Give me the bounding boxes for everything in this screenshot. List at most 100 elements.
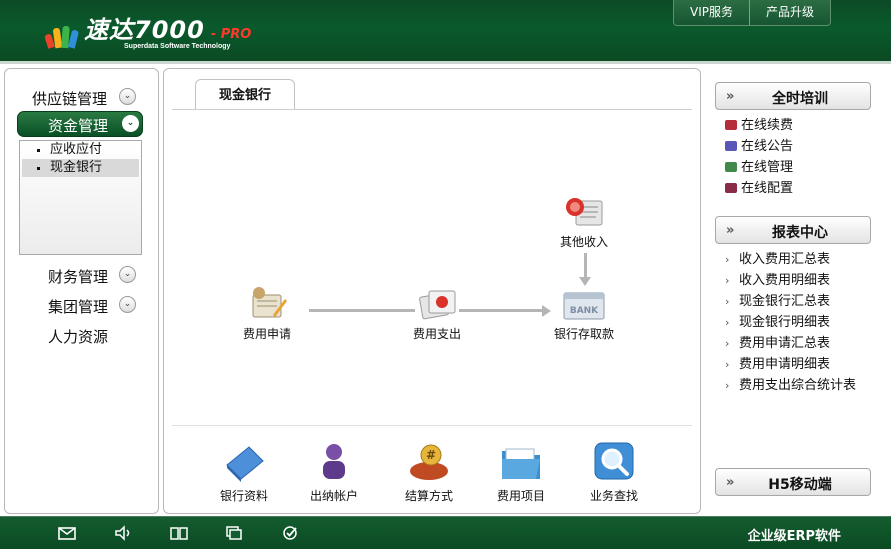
quick-label: 结算方式 — [404, 489, 453, 503]
report-item-label: 现金银行明细表 — [739, 315, 831, 330]
training-button[interactable]: » 全时培训 — [715, 82, 871, 110]
flow-node-other-income[interactable]: 其他收入 — [534, 193, 634, 250]
training-item-label: 在线续费 — [741, 118, 794, 133]
training-item-renew[interactable]: 在线续费 — [723, 115, 793, 136]
chevron-right-icon: › — [725, 316, 730, 329]
sidebar-item-supply-chain[interactable]: 供应链管理 ⌄ — [5, 84, 158, 110]
book-icon — [725, 162, 737, 172]
vip-service-link[interactable]: VIP服务 — [674, 0, 749, 25]
chevron-right-icon: › — [725, 337, 730, 350]
quick-label: 费用项目 — [496, 489, 545, 503]
logo-mark-icon — [44, 22, 82, 50]
chevron-down-icon[interactable]: ⌄ — [119, 88, 136, 105]
tab-cash-bank[interactable]: 现金银行 — [195, 79, 295, 109]
flow-node-label: 费用申请 — [242, 327, 291, 341]
book-icon[interactable] — [169, 525, 189, 541]
top-links: VIP服务 产品升级 — [673, 0, 832, 26]
search-icon — [591, 441, 637, 483]
flow-node-expense-pay[interactable]: 费用支出 — [387, 285, 487, 342]
report-list: › 收入费用汇总表 › 收入费用明细表 › 现金银行汇总表 › 现金银行明细表 › 费用申… — [723, 249, 856, 396]
quick-cashier-account[interactable]: 出纳帐户 — [289, 441, 379, 504]
submenu-item-receivable[interactable]: 应收应付 — [20, 141, 141, 159]
chevron-down-icon[interactable]: ⌄ — [119, 296, 136, 313]
training-item-manage[interactable]: 在线管理 — [723, 157, 793, 178]
chevron-right-icon: › — [725, 253, 730, 266]
sidebar-item-finance[interactable]: 财务管理 ⌄ — [5, 262, 158, 288]
training-item-announce[interactable]: 在线公告 — [723, 136, 793, 157]
footer-product-text: 企业级ERP软件 — [747, 529, 841, 544]
bank-icon: BANK — [562, 285, 606, 323]
book-icon — [725, 183, 737, 193]
window-icon[interactable] — [224, 525, 244, 541]
bullet-icon — [37, 167, 40, 170]
sidebar: 供应链管理 ⌄ 资金管理 ⌄ 应收应付 现金银行 财务管理 ⌄ 集团管理 ⌄ 人… — [4, 68, 159, 514]
user-icon — [311, 441, 357, 483]
product-upgrade-link[interactable]: 产品升级 — [749, 0, 830, 25]
submenu-box: 应收应付 现金银行 — [19, 140, 142, 255]
flow-node-label: 其他收入 — [559, 235, 608, 249]
report-item-label: 费用支出综合统计表 — [739, 378, 857, 393]
training-item-label: 在线配置 — [741, 181, 794, 196]
report-item[interactable]: › 费用支出综合统计表 — [723, 375, 856, 396]
report-center-title: 报表中心 — [772, 225, 828, 241]
logo-name: 速达7000 — [84, 16, 205, 44]
report-item[interactable]: › 现金银行明细表 — [723, 312, 856, 333]
report-item[interactable]: › 现金银行汇总表 — [723, 291, 856, 312]
submenu-item-label: 应收应付 — [50, 142, 103, 157]
chevron-right-icon: › — [725, 274, 730, 287]
chevron-down-icon[interactable]: ⌄ — [122, 115, 139, 132]
main-panel: 现金银行 其他收入 费用申请 费用支出 BANK 银行存取款 银行资料 出纳帐户… — [163, 68, 701, 514]
flow-arrow-head — [542, 305, 551, 317]
training-item-config[interactable]: 在线配置 — [723, 178, 793, 199]
chevron-right-icon: › — [725, 295, 730, 308]
report-item[interactable]: › 收入费用汇总表 — [723, 249, 856, 270]
app-logo: 速达7000 - PRO Superdata Software Technolo… — [44, 10, 251, 50]
book-icon — [725, 141, 737, 151]
sidebar-item-label: 集团管理 — [48, 298, 109, 316]
flow-node-expense-apply[interactable]: 费用申请 — [217, 285, 317, 342]
submenu-item-cash-bank[interactable]: 现金银行 — [22, 159, 139, 177]
bank-info-icon — [221, 441, 267, 483]
quick-divider — [172, 425, 692, 426]
training-item-label: 在线管理 — [741, 160, 794, 175]
sidebar-item-hr[interactable]: 人力资源 — [5, 322, 158, 348]
folder-icon — [498, 441, 544, 483]
training-title: 全时培训 — [772, 91, 828, 107]
sidebar-item-label: 资金管理 — [48, 117, 109, 135]
bank-sign-text: BANK — [570, 306, 599, 316]
report-item[interactable]: › 收入费用明细表 — [723, 270, 856, 291]
sidebar-item-group[interactable]: 集团管理 ⌄ — [5, 292, 158, 318]
report-item-label: 收入费用汇总表 — [739, 252, 831, 267]
tab-divider — [172, 109, 692, 110]
quick-settlement-method[interactable]: # 结算方式 — [384, 441, 474, 504]
training-list: 在线续费 在线公告 在线管理 在线配置 — [723, 115, 793, 199]
chevron-down-icon[interactable]: ⌄ — [119, 266, 136, 283]
speaker-icon[interactable] — [113, 525, 133, 541]
report-center-button[interactable]: » 报表中心 — [715, 216, 871, 244]
flow-arrow-horizontal — [309, 309, 415, 312]
mobile-h5-button[interactable]: » H5移动端 — [715, 468, 871, 496]
quick-business-search[interactable]: 业务查找 — [569, 441, 659, 504]
book-icon — [725, 120, 737, 130]
other-income-icon — [562, 193, 606, 231]
training-item-label: 在线公告 — [741, 139, 794, 154]
report-item[interactable]: › 费用申请明细表 — [723, 354, 856, 375]
quick-label: 业务查找 — [589, 489, 638, 503]
chevron-right-icon: › — [725, 358, 730, 371]
quick-label: 出纳帐户 — [309, 489, 358, 503]
submenu-item-label: 现金银行 — [50, 160, 103, 175]
right-panel: » 全时培训 在线续费 在线公告 在线管理 在线配置 » 报表中心 › 收入费用汇… — [705, 68, 888, 514]
report-item-label: 现金银行汇总表 — [739, 294, 831, 309]
chevron-right-icon: › — [725, 379, 730, 392]
settlement-icon: # — [406, 441, 452, 483]
quick-label: 银行资料 — [219, 489, 268, 503]
report-item[interactable]: › 费用申请汇总表 — [723, 333, 856, 354]
app-footer: 企业级ERP软件 — [0, 516, 891, 549]
bullet-icon — [37, 149, 40, 152]
check-icon[interactable] — [280, 525, 300, 541]
quick-bank-info[interactable]: 银行资料 — [199, 441, 289, 504]
flow-node-label: 银行存取款 — [553, 327, 614, 341]
sidebar-item-funds[interactable]: 资金管理 ⌄ — [5, 111, 158, 137]
mail-icon[interactable] — [57, 525, 77, 541]
quick-expense-item[interactable]: 费用项目 — [476, 441, 566, 504]
